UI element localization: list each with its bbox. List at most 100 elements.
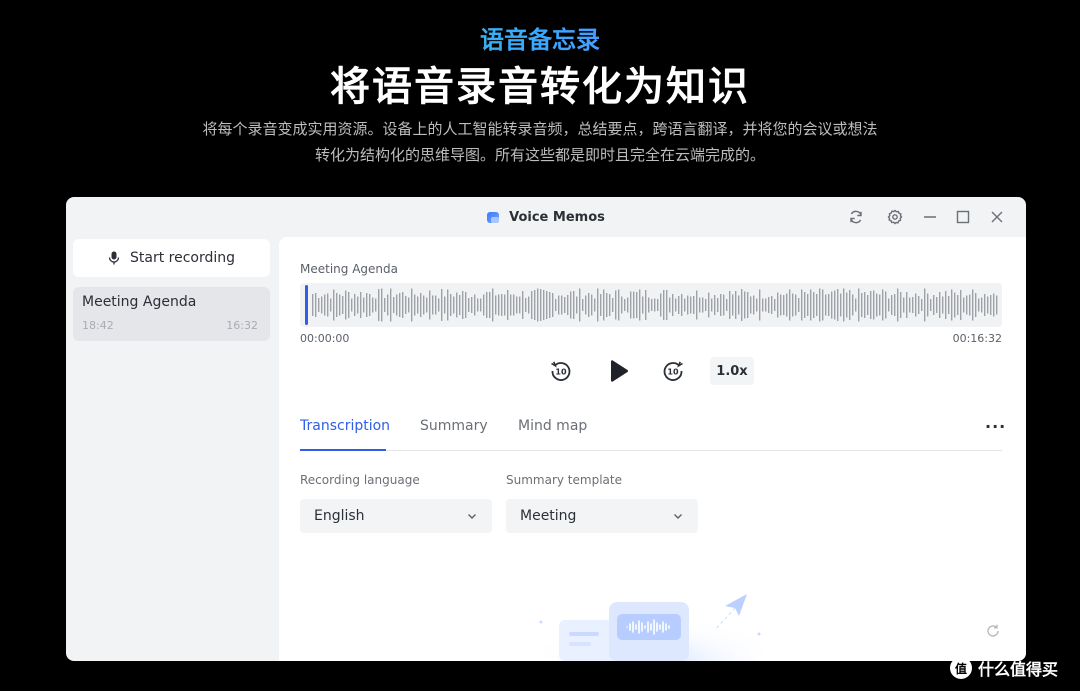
hero-description: 将每个录音变成实用资源。设备上的人工智能转录音频，总结要点，跨语言翻译，并将您的… <box>140 116 940 168</box>
waveform-bar <box>330 298 332 312</box>
tab-summary[interactable]: Summary <box>420 418 488 434</box>
waveform-bar <box>585 295 587 315</box>
more-options-button[interactable]: ··· <box>985 417 1006 436</box>
sidebar: Start recording Meeting Agenda 18:42 16:… <box>72 237 270 661</box>
waveform-bar <box>672 294 674 316</box>
waveform-bar <box>909 297 911 313</box>
tab-mind-map[interactable]: Mind map <box>518 418 587 434</box>
waveform-bar <box>381 288 383 322</box>
waveform-bar <box>711 298 713 312</box>
waveform-bar <box>933 295 935 315</box>
rewind-10-button[interactable]: 10 <box>547 357 575 385</box>
waveform-bar <box>615 290 617 320</box>
start-recording-button[interactable]: Start recording <box>73 239 270 277</box>
waveform-bar <box>531 291 533 319</box>
waveform-bar <box>417 296 419 314</box>
waveform-bar <box>669 297 671 313</box>
waveform-bar <box>942 296 944 314</box>
waveform-bar <box>867 295 869 315</box>
waveform-bar <box>954 292 956 318</box>
waveform-bar <box>759 289 761 321</box>
waveform-bar <box>429 290 431 320</box>
waveform-bar <box>327 293 329 317</box>
waveform-bar <box>822 289 824 321</box>
refresh-icon[interactable] <box>985 623 1001 643</box>
waveform-bar <box>891 295 893 315</box>
waveform-bar <box>447 289 449 321</box>
waveform-bar <box>600 294 602 316</box>
waveform-bar <box>324 294 326 316</box>
play-button[interactable] <box>605 357 633 385</box>
waveform-bar <box>534 290 536 320</box>
sync-icon[interactable] <box>846 207 866 227</box>
tab-transcription[interactable]: Transcription <box>300 418 390 434</box>
hero-kicker: 语音备忘录 <box>0 20 1080 55</box>
waveform-bar <box>612 298 614 312</box>
waveform-bar <box>837 289 839 321</box>
waveform-bar <box>798 298 800 312</box>
waveform-bar <box>801 289 803 321</box>
waveform-bar <box>573 291 575 319</box>
recording-list-item[interactable]: Meeting Agenda 18:42 16:32 <box>73 287 270 341</box>
waveform-bar <box>690 296 692 314</box>
forward-10-button[interactable]: 10 <box>659 357 687 385</box>
waveform-bar <box>975 293 977 317</box>
waveform-bar <box>456 292 458 318</box>
waveform-bar <box>522 291 524 319</box>
playhead[interactable] <box>305 285 308 325</box>
waveform-bar <box>321 296 323 314</box>
playback-speed-button[interactable]: 1.0x <box>710 357 754 385</box>
svg-text:10: 10 <box>667 368 679 377</box>
waveform-bar <box>708 292 710 318</box>
waveform-bar <box>393 297 395 313</box>
waveform-bar <box>993 293 995 317</box>
waveform-bar <box>720 294 722 316</box>
waveform-bar <box>537 288 539 322</box>
waveform-bar <box>756 298 758 312</box>
waveform-bar <box>906 292 908 318</box>
close-icon[interactable] <box>987 207 1007 227</box>
waveform-bar <box>423 295 425 315</box>
waveform-bar <box>414 294 416 316</box>
waveform-bar <box>375 298 377 312</box>
waveform-bar <box>630 291 632 319</box>
waveform-bar <box>576 296 578 314</box>
recording-language-value: English <box>314 508 365 524</box>
waveform-bar <box>825 294 827 316</box>
waveform-bar <box>405 296 407 314</box>
waveform-bar <box>684 298 686 312</box>
waveform-bar <box>753 295 755 315</box>
summary-template-select[interactable]: Meeting <box>506 499 698 533</box>
waveform-bar <box>354 294 356 316</box>
maximize-icon[interactable] <box>953 207 973 227</box>
waveform-bar <box>681 294 683 316</box>
waveform-bar <box>678 296 680 314</box>
waveform-bar <box>351 298 353 312</box>
waveform-bar <box>543 290 545 320</box>
waveform-bar <box>813 292 815 318</box>
waveform-bar <box>648 297 650 313</box>
waveform-bar <box>807 294 809 316</box>
waveform-bar <box>981 297 983 313</box>
watermark: 值 什么值得买 <box>950 656 1076 680</box>
waveform-bar <box>645 290 647 320</box>
waveform-bar <box>420 293 422 317</box>
waveform-bar <box>732 294 734 316</box>
gear-icon[interactable] <box>885 207 905 227</box>
waveform-bar <box>804 292 806 318</box>
recording-duration: 16:32 <box>226 319 258 332</box>
waveform-bar <box>348 292 350 318</box>
recording-language-select[interactable]: English <box>300 499 492 533</box>
waveform-bar <box>507 290 509 320</box>
waveform-bar <box>396 294 398 316</box>
player-title: Meeting Agenda <box>300 262 398 276</box>
waveform[interactable] <box>300 283 1002 327</box>
waveform-bar <box>870 291 872 319</box>
minimize-icon[interactable] <box>920 207 940 227</box>
waveform-bar <box>591 294 593 316</box>
waveform-bar <box>342 296 344 314</box>
waveform-bar <box>561 295 563 315</box>
waveform-bar <box>936 297 938 313</box>
waveform-bar <box>915 293 917 317</box>
waveform-bar <box>555 299 557 311</box>
